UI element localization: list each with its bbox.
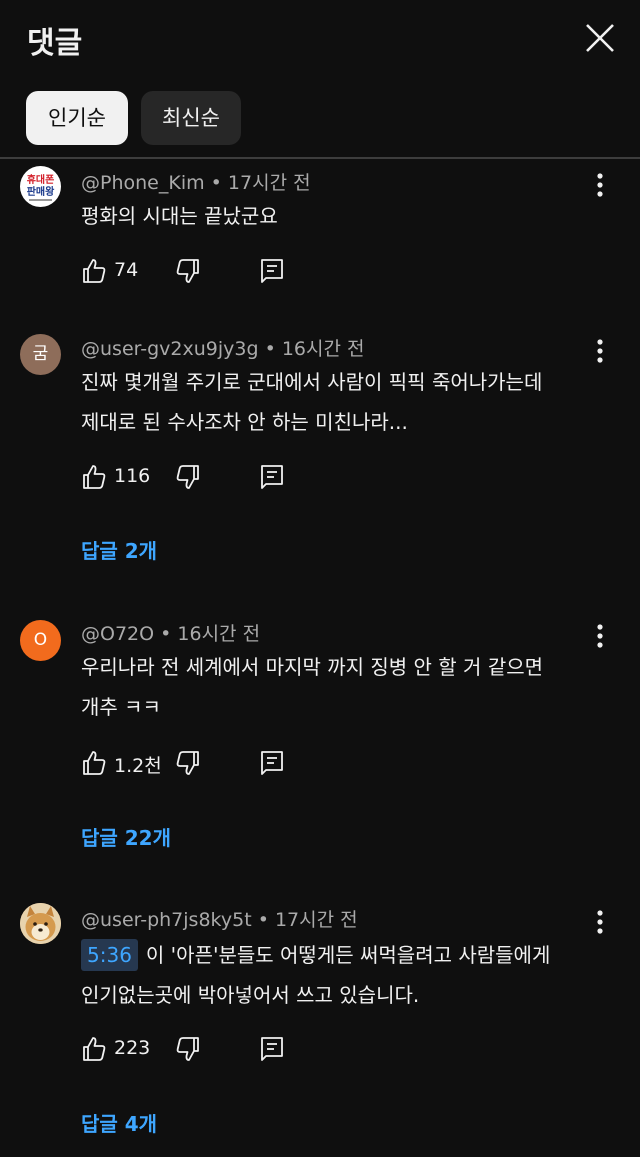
dog-avatar-image — [20, 903, 61, 944]
comment-text: 진짜 몇개월 주기로 군대에서 사람이 픽픽 죽어나가는데 제대로 된 수사조차… — [81, 362, 601, 442]
comment-time: 17시간 전 — [274, 909, 358, 931]
comment-meta: @user-ph7js8ky5t • 17시간 전 — [81, 905, 358, 932]
comment-line: 제대로 된 수사조차 안 하는 미친나라... — [81, 410, 408, 434]
timestamp-link[interactable]: 5:36 — [81, 939, 138, 971]
like-icon[interactable] — [80, 256, 108, 286]
avatar[interactable] — [20, 903, 61, 944]
svg-text:판매왕: 판매왕 — [27, 185, 55, 198]
dislike-icon[interactable] — [174, 462, 202, 492]
reply-icon[interactable] — [258, 1034, 286, 1064]
sort-chip-newest[interactable]: 최신순 — [141, 91, 241, 145]
reply-icon[interactable] — [258, 462, 286, 492]
replies-toggle[interactable]: 답글 2개 — [81, 535, 157, 564]
avatar[interactable]: 굼 — [20, 334, 61, 375]
replies-toggle[interactable]: 답글 4개 — [81, 1108, 157, 1137]
meta-separator: • — [257, 909, 275, 931]
comment-meta: @Phone_Kim • 17시간 전 — [81, 168, 311, 195]
phone-shop-logo: 휴대폰 판매왕 — [27, 173, 55, 201]
svg-text:휴대폰: 휴대폰 — [27, 173, 55, 186]
comment-line: 진짜 몇개월 주기로 군대에서 사람이 픽픽 죽어나가는데 — [81, 370, 543, 394]
dislike-icon[interactable] — [174, 256, 202, 286]
meta-separator: • — [264, 338, 282, 360]
comment-line: 인기없는곳에 박아넣어서 쓰고 있습니다. — [81, 983, 420, 1007]
reply-icon[interactable] — [258, 256, 286, 286]
like-icon[interactable] — [80, 1034, 108, 1064]
comments-header: 댓글 — [0, 0, 640, 80]
divider — [0, 157, 640, 159]
like-count: 223 — [114, 1037, 151, 1059]
comment-line: 우리나라 전 세계에서 마지막 까지 징병 안 할 거 같으면 — [81, 655, 544, 679]
sort-chip-popular[interactable]: 인기순 — [26, 91, 128, 145]
comment-line: 평화의 시대는 끝났군요 — [81, 204, 278, 228]
comment-line-text: 이 '아픈'분들도 어떻게든 써먹을려고 사람들에게 — [145, 943, 551, 967]
avatar[interactable]: 휴대폰 판매왕 — [20, 166, 61, 207]
comment-time: 16시간 전 — [281, 338, 365, 360]
comment-text: 5:36 이 '아픈'분들도 어떻게든 써먹을려고 사람들에게 인기없는곳에 박아… — [81, 935, 601, 1015]
like-icon[interactable] — [80, 748, 108, 778]
comment-line: 개추 ㅋㅋ — [81, 695, 161, 719]
meta-separator: • — [210, 172, 228, 194]
comment-line: 5:36 이 '아픈'분들도 어떻게든 써먹을려고 사람들에게 — [81, 935, 601, 975]
comment-text: 평화의 시대는 끝났군요 — [81, 196, 601, 236]
avatar-letter: 굼 — [32, 344, 49, 364]
dislike-icon[interactable] — [174, 1034, 202, 1064]
author-name[interactable]: @O72O — [81, 623, 154, 645]
author-name[interactable]: @Phone_Kim — [81, 172, 205, 194]
comment-meta: @user-gv2xu9jy3g • 16시간 전 — [81, 334, 365, 361]
dislike-icon[interactable] — [174, 748, 202, 778]
comment-meta: @O72O • 16시간 전 — [81, 619, 260, 646]
like-count: 74 — [114, 259, 139, 281]
comment-time: 16시간 전 — [177, 623, 261, 645]
reply-icon[interactable] — [258, 748, 286, 778]
author-name[interactable]: @user-ph7js8ky5t — [81, 909, 252, 931]
page-title: 댓글 — [27, 26, 83, 61]
like-icon[interactable] — [80, 462, 108, 492]
more-icon[interactable] — [590, 907, 610, 937]
comment-text: 우리나라 전 세계에서 마지막 까지 징병 안 할 거 같으면 개추 ㅋㅋ — [81, 647, 601, 727]
like-count: 116 — [114, 465, 151, 487]
avatar-letter: O — [33, 630, 48, 650]
comment-time: 17시간 전 — [227, 172, 311, 194]
close-icon[interactable] — [580, 18, 620, 58]
meta-separator: • — [160, 623, 178, 645]
avatar[interactable]: O — [20, 620, 61, 661]
replies-toggle[interactable]: 답글 22개 — [81, 822, 171, 851]
like-count: 1.2천 — [114, 755, 162, 777]
author-name[interactable]: @user-gv2xu9jy3g — [81, 338, 259, 360]
